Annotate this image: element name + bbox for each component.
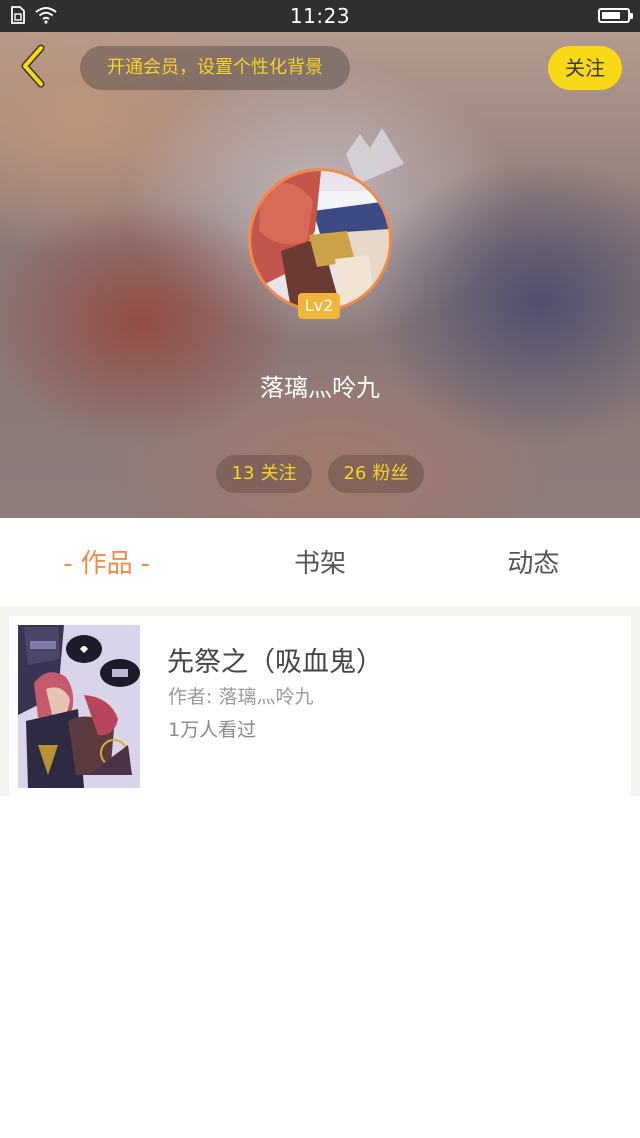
follow-button[interactable]: 关注 [548,46,622,90]
tab-active-indicator-right: - [140,549,151,579]
clock: 11:23 [289,4,351,28]
fans-stat[interactable]: 26 粉丝 [328,455,424,493]
tab-active-indicator-left: - [63,549,73,579]
tab-bookshelf-label: 书架 [293,549,346,579]
username: 落璃灬呤九 [260,374,380,402]
list-divider [0,606,640,616]
back-button[interactable] [12,44,56,92]
tab-activity-label: 动态 [507,549,560,579]
following-label: 关注 [260,463,297,484]
battery-level [602,12,620,19]
profile-header: 开通会员，设置个性化背景 关注 Lv2 落璃灬呤九 13 关注 26 粉丝 [0,32,640,518]
work-views: 1万人看过 [168,719,257,741]
chevron-left-icon [19,44,49,92]
following-count: 13 [231,463,255,484]
work-card[interactable]: 先祭之（吸血鬼） 作者: 落璃灬呤九 1万人看过 [9,616,631,796]
tab-bookshelf[interactable]: 书架 [213,518,426,606]
tab-activity[interactable]: 动态 [427,518,640,606]
following-stat[interactable]: 13 关注 [216,455,312,493]
avatar [248,168,392,312]
avatar-container[interactable]: Lv2 [248,168,392,319]
vip-background-banner[interactable]: 开通会员，设置个性化背景 [80,46,350,90]
tab-works[interactable]: - 作品 - [0,518,213,606]
profile-page: 11:23 开通会员，设置个性化背景 关注 Lv2 落璃灬呤九 13 关注 26… [0,0,640,1138]
work-title: 先祭之（吸血鬼） [167,647,383,678]
list-gutter-left [0,616,9,796]
profile-tabs: - 作品 - 书架 动态 [0,518,640,606]
fans-count: 26 [343,463,367,484]
battery-icon [598,8,633,23]
work-cover-image [18,625,140,788]
level-badge: Lv2 [298,293,340,319]
tab-works-label: 作品 [80,549,133,579]
work-author: 作者: 落璃灬呤九 [168,686,314,708]
status-bar: 11:23 [0,0,640,32]
list-gutter-right [631,616,640,796]
fans-label: 粉丝 [372,463,409,484]
